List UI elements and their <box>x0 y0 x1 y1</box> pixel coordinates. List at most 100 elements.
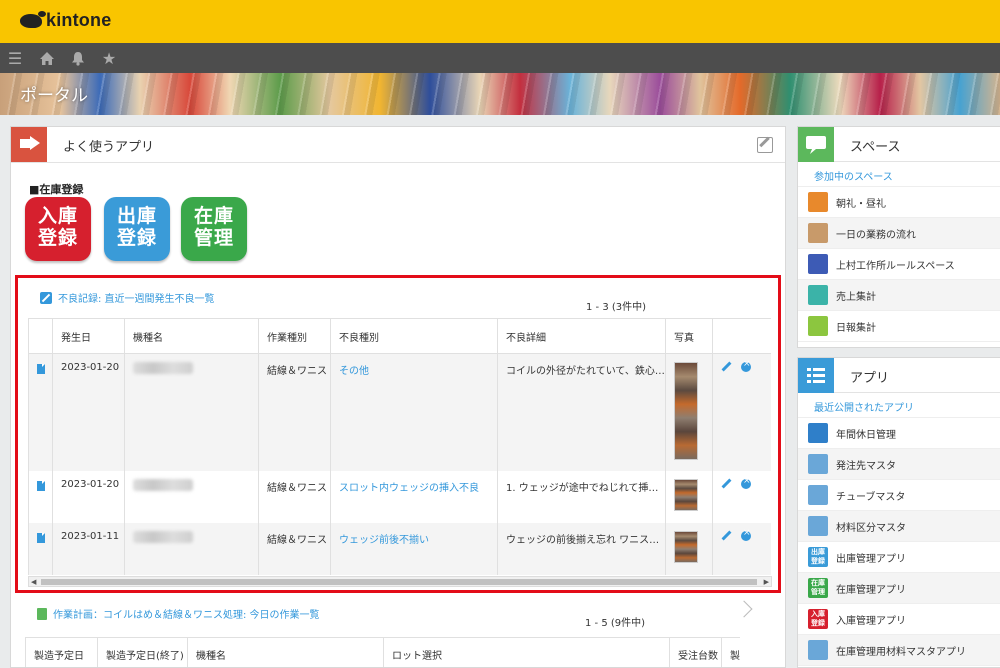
pencil-icon[interactable] <box>721 362 731 372</box>
col-header-planned-end[interactable]: 製造予定日(終了) <box>97 637 188 667</box>
cell-defect-detail: ウェッジの前後揃え忘れ ワニス… <box>497 522 666 575</box>
space-label: 売上集計 <box>836 291 876 303</box>
cell-defect-type[interactable]: スロット内ウェッジの挿入不良 <box>330 470 498 523</box>
app-item[interactable]: 発注先マスタ <box>798 449 1000 480</box>
app-item[interactable]: 在庫管理用材料マスタアプリ <box>798 635 1000 666</box>
tile-receiving-register[interactable]: 入庫 登録 <box>25 197 91 261</box>
app-item[interactable]: チューブマスタ <box>798 480 1000 511</box>
table-row: 2023-01-20 結線＆ワニス その他 コイルの外径がたれていて、鉄心… <box>28 353 771 471</box>
col-header-defect-type[interactable]: 不良種別 <box>330 318 498 354</box>
cell-actions <box>712 470 771 523</box>
col-header-defect-detail[interactable]: 不良詳細 <box>497 318 666 354</box>
list-app-icon <box>808 454 828 474</box>
work-plan-list-title[interactable]: 作業計画：コイルはめ＆結線＆ワニス処理: 今日の作業一覧 <box>37 606 320 621</box>
delete-icon[interactable] <box>741 528 751 541</box>
defect-pager: 1 - 3 (3件中) <box>586 302 647 313</box>
star-icon[interactable]: ★ <box>99 48 119 68</box>
space-item[interactable]: 一日の業務の流れ <box>798 218 1000 249</box>
col-header-photo[interactable]: 写真 <box>665 318 713 354</box>
page-title: ポータル <box>20 86 88 106</box>
brand-name: kintone <box>46 10 112 30</box>
kintone-logo[interactable]: kintone <box>20 10 111 31</box>
inventory-section-label: ■在庫登録 <box>29 183 84 196</box>
app-item[interactable]: 材料区分マスタ <box>798 511 1000 542</box>
cell-actions <box>712 353 771 471</box>
photo-thumbnail[interactable] <box>674 530 698 563</box>
photo-thumbnail[interactable] <box>674 478 698 511</box>
menu-icon[interactable]: ☰ <box>5 48 25 68</box>
app-label: 在庫管理用材料マスタアプリ <box>836 646 966 658</box>
apps-title: アプリ <box>850 371 890 386</box>
portal-banner: ポータル <box>0 73 1000 115</box>
col-header-work-type[interactable]: 作業種別 <box>258 318 331 354</box>
space-thumbnail-icon <box>808 285 828 305</box>
speech-bubble-icon <box>798 127 834 162</box>
col-header-model[interactable]: 機種名 <box>124 318 259 354</box>
space-thumbnail-icon <box>808 316 828 336</box>
app-label: 出庫管理アプリ <box>836 553 906 565</box>
favorite-apps-panel: よく使うアプリ ■在庫登録 入庫 登録 出庫 登録 在庫 管理 不良記録: 直近… <box>10 126 786 668</box>
megaphone-icon <box>11 127 47 162</box>
work-plan-pager: 1 - 5 (9件中) <box>585 618 646 629</box>
cell-defect-detail: コイルの外径がたれていて、鉄心… <box>497 353 666 471</box>
next-page-chevron-icon[interactable] <box>735 600 753 618</box>
cell-defect-type[interactable]: ウェッジ前後不揃い <box>330 522 498 575</box>
horizontal-scrollbar[interactable]: ◀ ▶ <box>28 576 772 587</box>
photo-thumbnail[interactable] <box>674 362 698 460</box>
space-label: 上村工作所ルールスペース <box>836 260 955 272</box>
cell-defect-type[interactable]: その他 <box>330 353 498 471</box>
tile-inventory-management[interactable]: 在庫 管理 <box>181 197 247 261</box>
col-header-truncated[interactable]: 製 <box>721 637 740 667</box>
list-app-icon <box>808 485 828 505</box>
scroll-right-arrow-icon[interactable]: ▶ <box>764 578 769 586</box>
work-plan-title-text: 作業計画：コイルはめ＆結線＆ワニス処理: 今日の作業一覧 <box>53 610 320 621</box>
delete-icon[interactable] <box>741 476 751 489</box>
space-item[interactable]: 売上集計 <box>798 280 1000 311</box>
spaces-subtitle[interactable]: 参加中のスペース <box>798 162 1000 187</box>
cell-photo <box>665 470 713 523</box>
tile-line: 管理 <box>193 227 234 249</box>
scroll-left-arrow-icon[interactable]: ◀ <box>31 578 36 586</box>
space-item[interactable]: 朝礼・昼礼 <box>798 187 1000 218</box>
scrollbar-thumb[interactable] <box>41 579 757 585</box>
col-header-order-qty[interactable]: 受注台数 <box>669 637 722 667</box>
bell-icon[interactable] <box>68 48 88 68</box>
defect-list-title[interactable]: 不良記録: 直近一週間発生不良一覧 <box>40 290 215 305</box>
table-header-row: 製造予定日 製造予定日(終了) 機種名 ロット選択 受注台数 製 <box>25 637 740 667</box>
edit-icon[interactable] <box>757 137 773 153</box>
app-item[interactable]: 在庫 管理 在庫管理アプリ <box>798 573 1000 604</box>
space-thumbnail-icon <box>808 223 828 243</box>
app-label: 在庫管理アプリ <box>836 584 906 596</box>
space-label: 日報集計 <box>836 322 876 334</box>
cell-date: 2023-01-20 <box>52 470 125 523</box>
col-header-lot[interactable]: ロット選択 <box>383 637 670 667</box>
tile-shipping-register[interactable]: 出庫 登録 <box>104 197 170 261</box>
app-item[interactable]: 出庫 登録 出庫管理アプリ <box>798 542 1000 573</box>
defect-list-title-text: 不良記録: 直近一週間発生不良一覧 <box>58 294 215 305</box>
spaces-header: スペース <box>798 127 1000 162</box>
space-item[interactable]: 日報集計 <box>798 311 1000 342</box>
calendar-icon <box>808 423 828 443</box>
delete-icon[interactable] <box>741 359 751 372</box>
col-header-planned-date[interactable]: 製造予定日 <box>25 637 98 667</box>
app-label: チューブマスタ <box>836 491 906 503</box>
tile-line: 登録 <box>116 227 157 249</box>
pencil-icon[interactable] <box>721 479 731 489</box>
col-header <box>28 318 53 354</box>
col-header-model[interactable]: 機種名 <box>187 637 384 667</box>
record-detail-icon[interactable] <box>37 364 45 374</box>
app-item[interactable]: 年間休日管理 <box>798 418 1000 449</box>
app-item[interactable]: 入庫 登録 入庫管理アプリ <box>798 604 1000 635</box>
apps-subtitle[interactable]: 最近公開されたアプリ <box>798 393 1000 418</box>
list-app-icon <box>808 516 828 536</box>
pencil-icon[interactable] <box>721 531 731 541</box>
table-header-row: 発生日 機種名 作業種別 不良種別 不良詳細 写真 <box>28 318 771 354</box>
record-detail-icon[interactable] <box>37 532 45 543</box>
table-row: 2023-01-11 結線＆ワニス ウェッジ前後不揃い ウェッジの前後揃え忘れ … <box>28 522 771 575</box>
space-item[interactable]: 上村工作所ルールスペース <box>798 249 1000 280</box>
record-detail-icon[interactable] <box>37 480 45 491</box>
panel-header: よく使うアプリ <box>11 127 785 163</box>
col-header-date[interactable]: 発生日 <box>52 318 125 354</box>
app-label: 材料区分マスタ <box>836 522 906 534</box>
home-icon[interactable] <box>37 48 57 68</box>
